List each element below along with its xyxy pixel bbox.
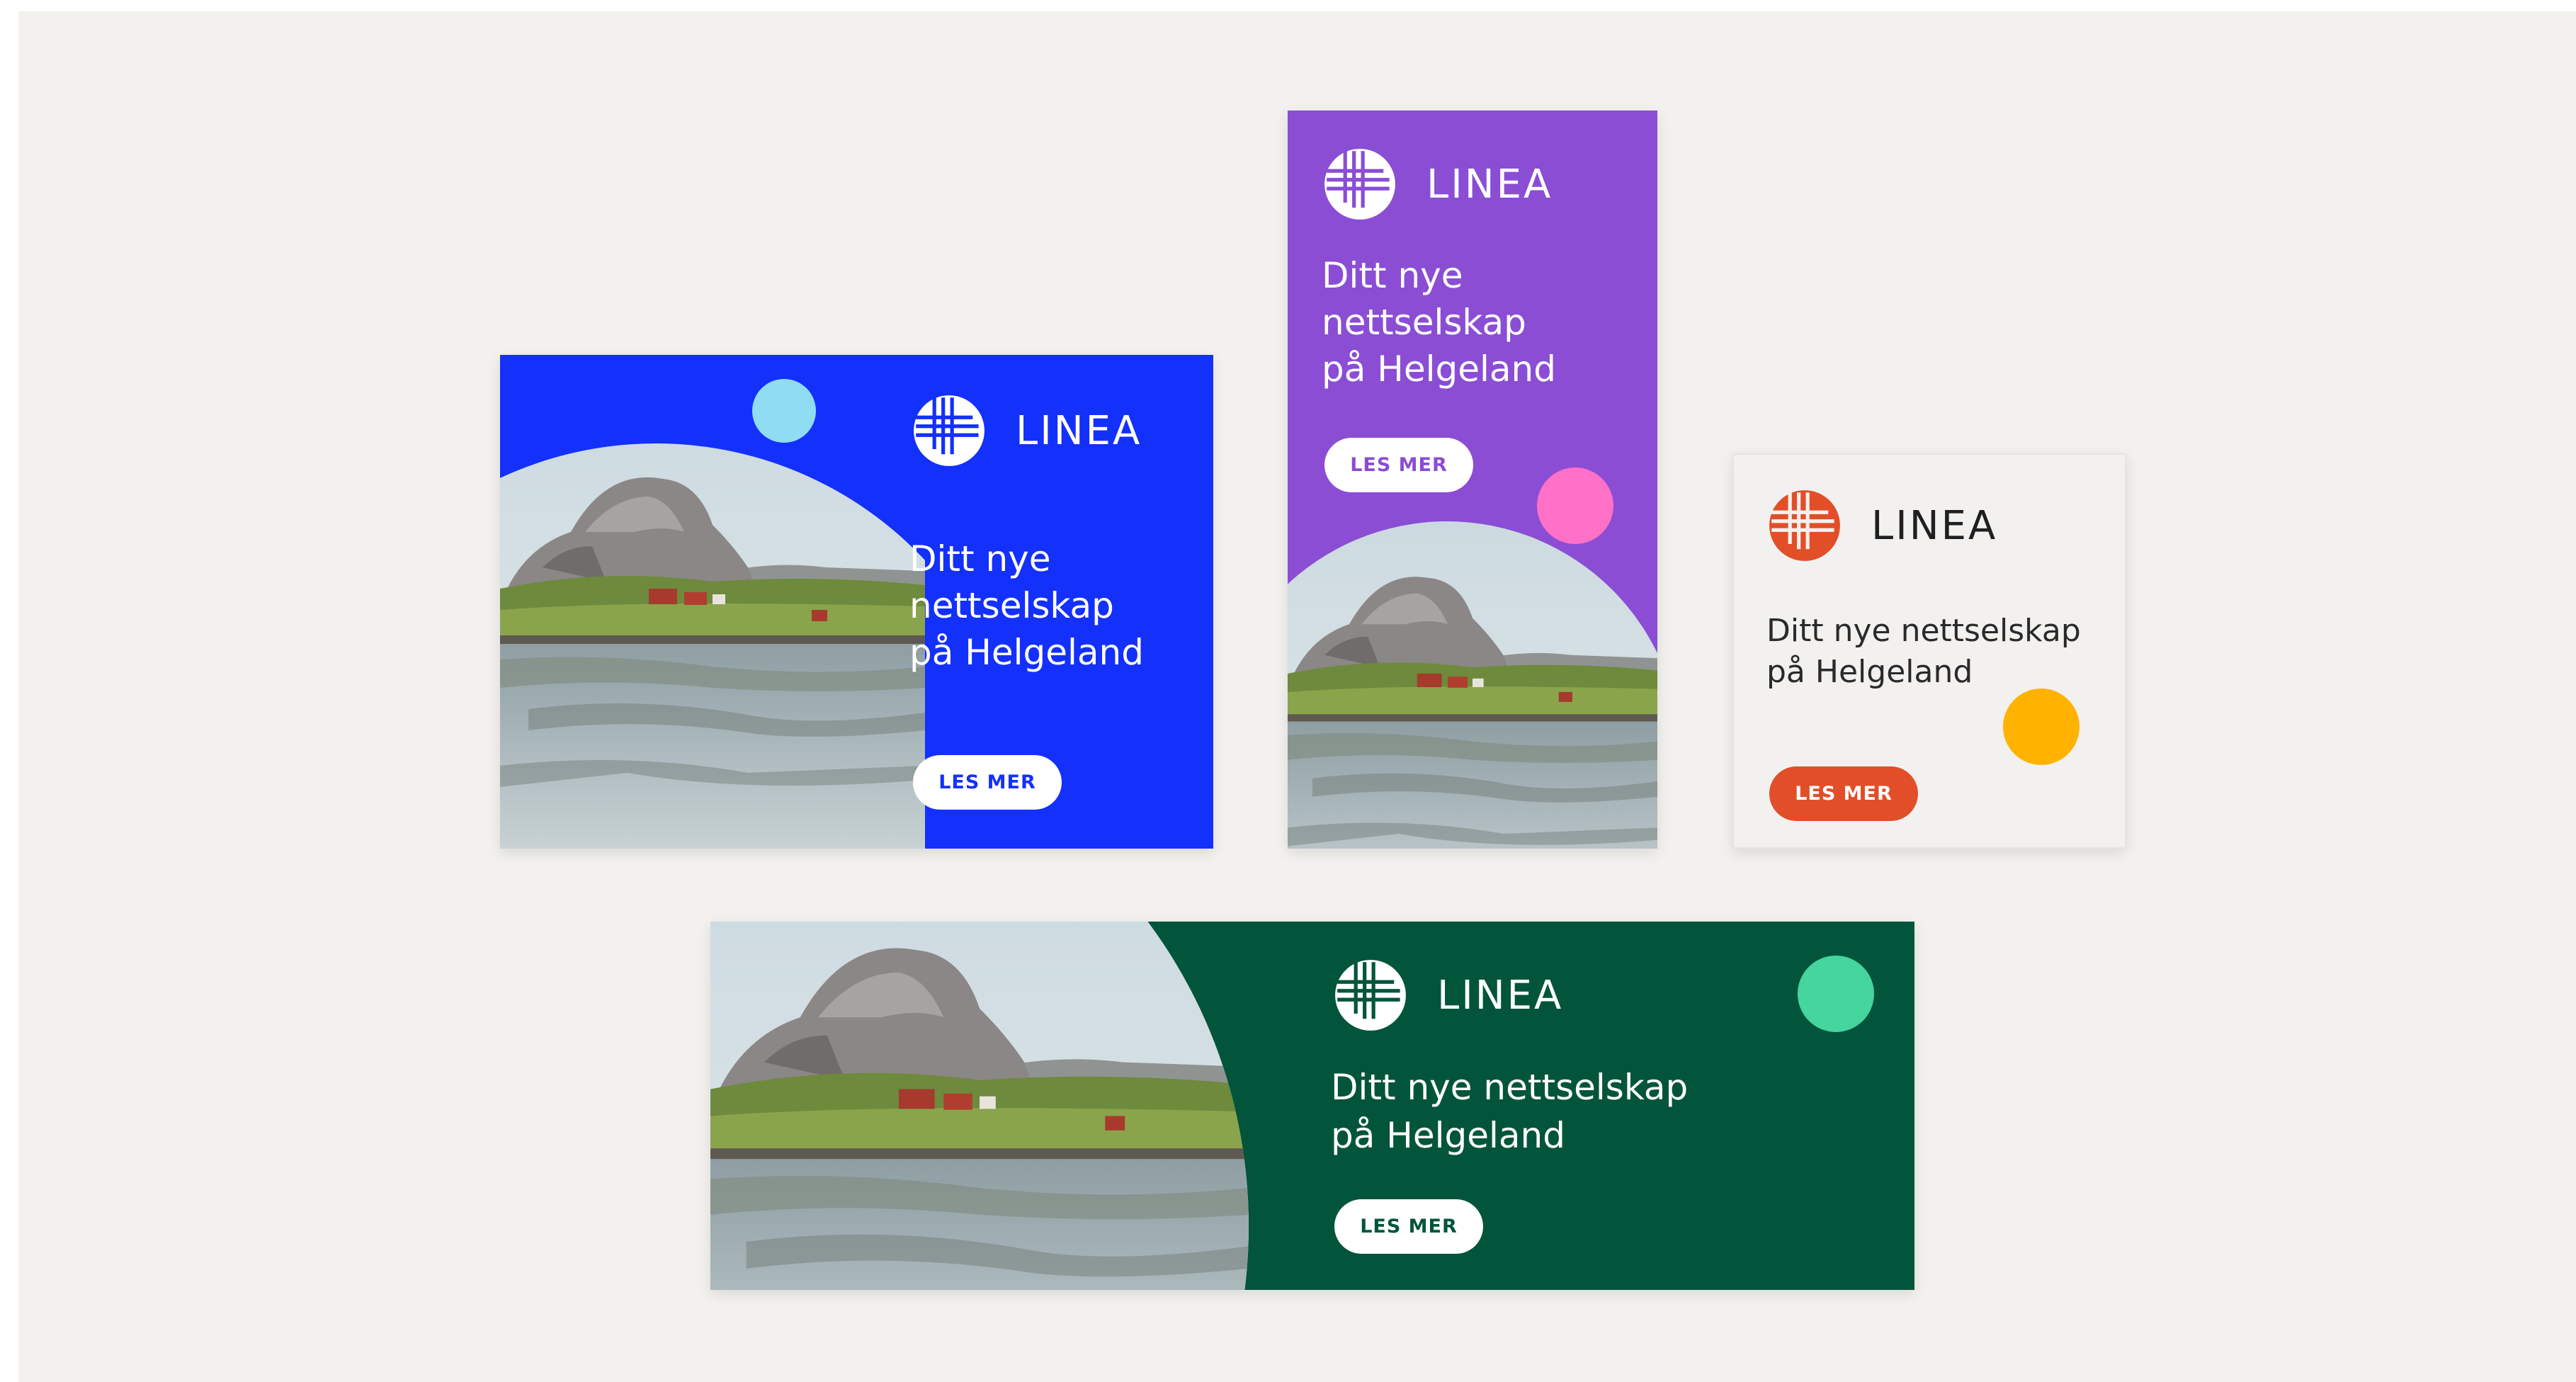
headline-line2: nettselskap	[1322, 302, 1526, 343]
accent-dot	[1537, 468, 1613, 544]
headline-line3: på Helgeland	[909, 632, 1144, 673]
landscape-photo	[1288, 521, 1657, 849]
headline-line3: på Helgeland	[1322, 349, 1556, 390]
headline: Ditt nye nettselskap på Helgeland	[1331, 1063, 1688, 1160]
headline-line1: Ditt nye nettselskap	[1331, 1067, 1689, 1108]
linea-globe-icon	[1323, 147, 1397, 221]
showcase-board: LINEA Ditt nye nettselskap på Helgeland …	[18, 11, 2576, 1382]
les-mer-button[interactable]: LES MER	[1334, 1199, 1483, 1254]
headline-line1: Ditt nye	[909, 538, 1051, 579]
headline-line3: på Helgeland	[1766, 654, 1973, 690]
headline: Ditt nye nettselskap på Helgeland	[1322, 252, 1556, 392]
accent-dot	[752, 379, 816, 443]
linea-globe-icon	[912, 394, 986, 468]
headline-line3: på Helgeland	[1331, 1115, 1565, 1156]
banner-green[interactable]: LINEA Ditt nye nettselskap på Helgeland …	[710, 922, 1914, 1290]
accent-dot	[1798, 956, 1874, 1032]
accent-dot	[2003, 689, 2079, 765]
les-mer-button[interactable]: LES MER	[913, 755, 1062, 810]
banner-purple[interactable]: LINEA Ditt nye nettselskap på Helgeland …	[1288, 111, 1657, 849]
headline: Ditt nye nettselskap på Helgeland	[1766, 611, 2081, 693]
banner-blue[interactable]: LINEA Ditt nye nettselskap på Helgeland …	[500, 355, 1213, 849]
les-mer-button[interactable]: LES MER	[1769, 766, 1918, 821]
linea-logo: LINEA	[1768, 489, 1997, 562]
brand-name: LINEA	[1437, 972, 1564, 1019]
les-mer-button[interactable]: LES MER	[1324, 438, 1473, 492]
headline: Ditt nye nettselskap på Helgeland	[909, 536, 1144, 676]
headline-line1: Ditt nye	[1322, 255, 1463, 296]
linea-globe-icon	[1334, 958, 1407, 1032]
banner-light[interactable]: LINEA Ditt nye nettselskap på Helgeland …	[1732, 453, 2126, 849]
landscape-photo	[500, 443, 925, 849]
linea-logo: LINEA	[912, 394, 1142, 468]
landscape-photo	[710, 922, 1249, 1290]
brand-name: LINEA	[1871, 502, 1998, 549]
brand-name: LINEA	[1426, 161, 1553, 208]
headline-line1: Ditt nye nettselskap	[1766, 613, 2081, 649]
linea-globe-icon	[1768, 489, 1842, 562]
headline-line2: nettselskap	[909, 585, 1114, 626]
brand-name: LINEA	[1016, 407, 1142, 454]
linea-logo: LINEA	[1323, 147, 1553, 221]
linea-logo: LINEA	[1334, 958, 1563, 1032]
